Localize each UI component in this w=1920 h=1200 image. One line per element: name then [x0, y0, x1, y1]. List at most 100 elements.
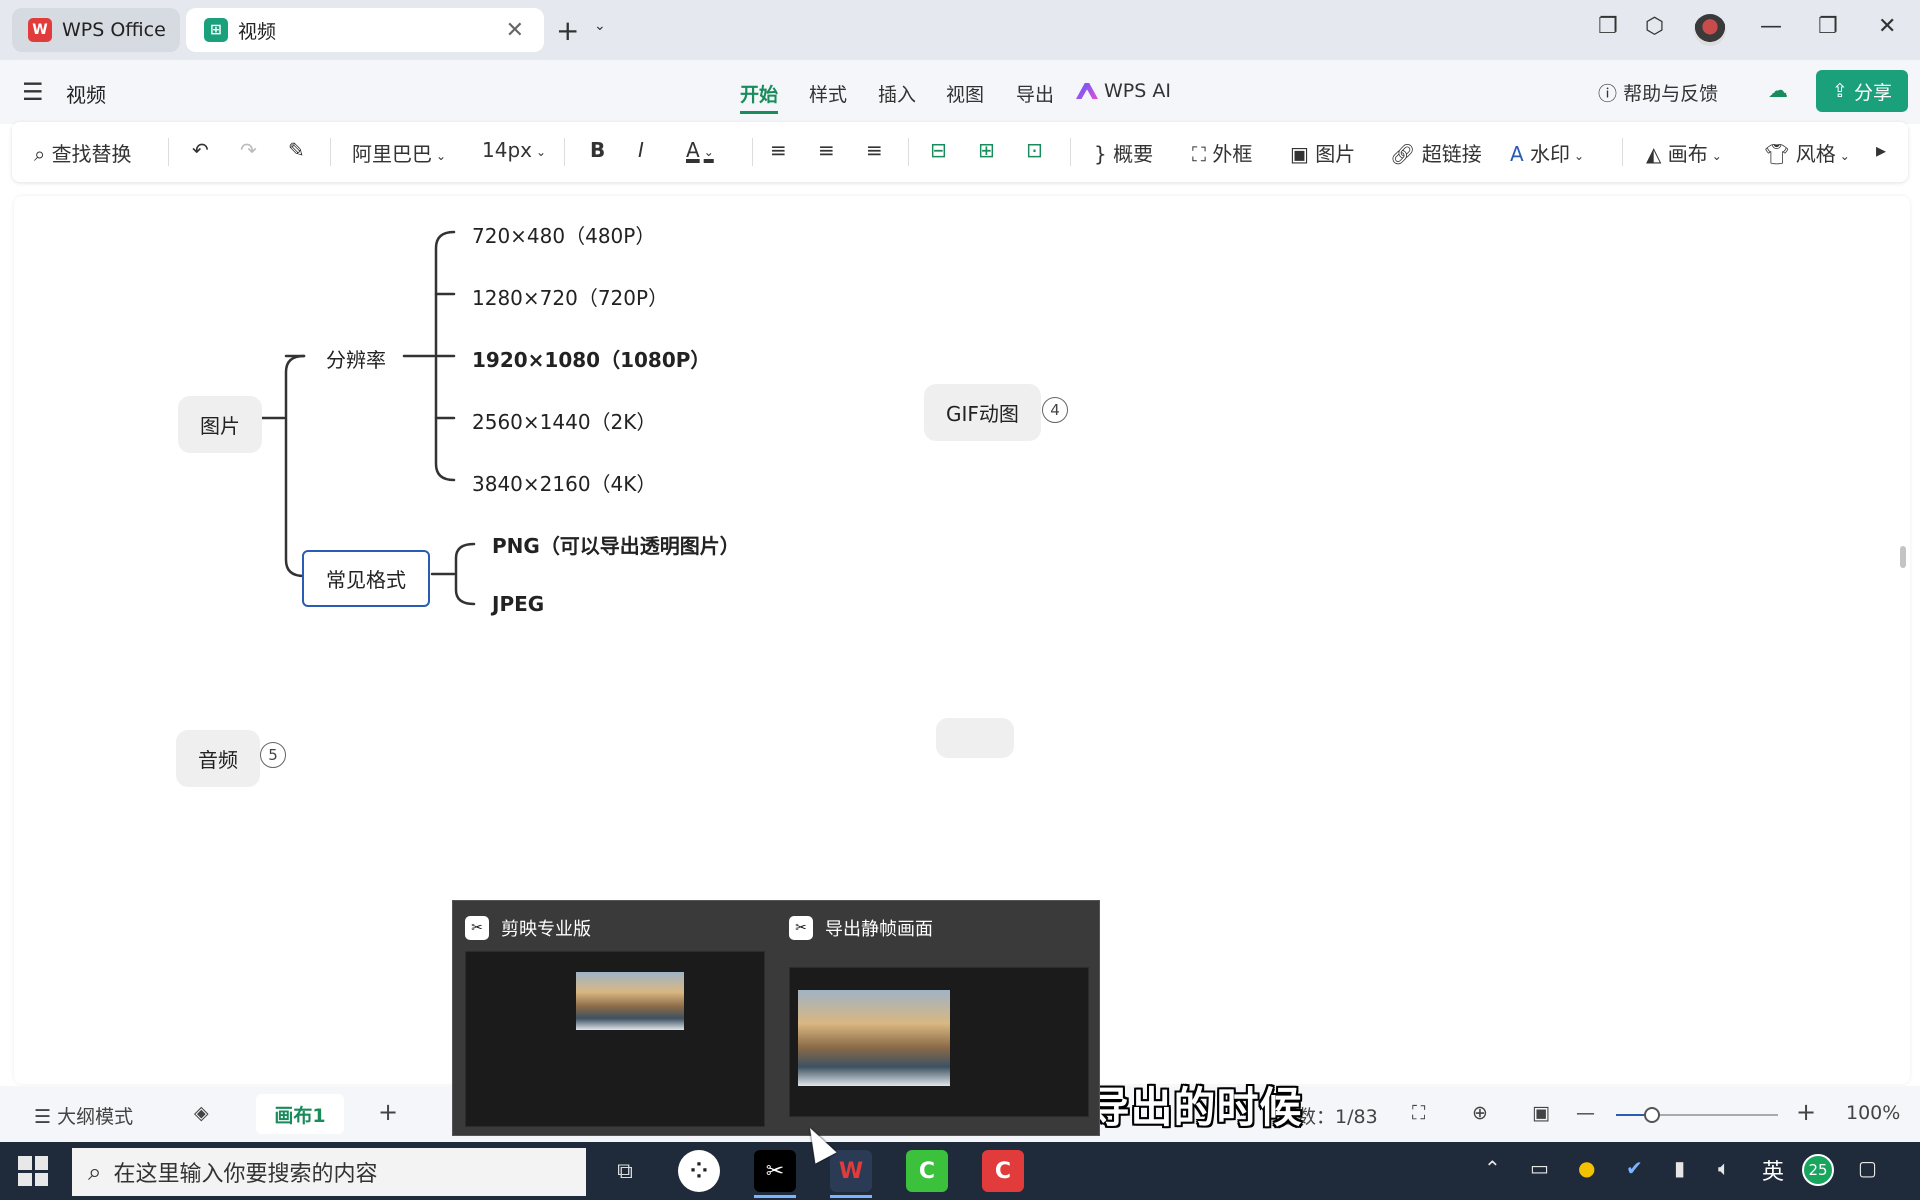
insert-parent-node-icon[interactable]: ⊡ [1026, 138, 1043, 162]
camtasia-red-icon[interactable]: C [982, 1150, 1024, 1192]
preview-thumbnail [465, 951, 765, 1127]
wps-ai-button[interactable]: WPS AI [1076, 80, 1171, 102]
capcut-icon[interactable]: ✂ [754, 1150, 796, 1198]
document-title[interactable]: 视频 [66, 79, 106, 108]
toolbar-more-arrow-icon[interactable]: ▸ [1876, 138, 1886, 162]
close-tab-icon[interactable]: ✕ [506, 18, 524, 43]
search-icon: ⌕ [88, 1158, 102, 1186]
collapsed-count-badge[interactable]: 4 [1042, 397, 1068, 423]
theme-style-button[interactable]: 👕︎ 风格 ⌄ [1764, 138, 1850, 167]
battery-icon[interactable]: ▮ [1674, 1156, 1685, 1180]
collapsed-count-badge[interactable]: 5 [260, 742, 286, 768]
preview-thumbnail [789, 967, 1089, 1117]
watermark-button[interactable]: A 水印 ⌄ [1510, 138, 1584, 167]
tab-wps-office[interactable]: W WPS Office [12, 8, 180, 52]
tray-app-icon[interactable]: ● [1578, 1156, 1595, 1180]
title-bar: W WPS Office ⊞ 视频 ✕ + ⌄ ❐ ⬡ — ❐ ✕ [0, 0, 1920, 60]
divider [1622, 138, 1623, 166]
chevron-down-icon: ⌄ [1839, 148, 1850, 163]
bold-icon[interactable]: B [590, 138, 605, 162]
volume-icon[interactable]: 🔈︎ [1718, 1156, 1730, 1180]
chevron-down-icon: ⌄ [1574, 148, 1585, 163]
node-format-jpeg[interactable]: JPEG [492, 592, 544, 616]
tab-document[interactable]: ⊞ 视频 ✕ [186, 8, 544, 52]
wps-ai-logo-icon [1076, 83, 1098, 99]
canvas-button[interactable]: ◭ 画布 ⌄ [1646, 138, 1722, 167]
node-gif[interactable]: GIF动图 [924, 384, 1041, 441]
cloud-sync-icon[interactable]: ☁ [1768, 78, 1788, 102]
hyperlink-button[interactable]: 🔗︎ 超链接 [1390, 138, 1482, 167]
preview-capcut-main[interactable]: ✂ 剪映专业版 [453, 901, 777, 1137]
divider [330, 138, 331, 166]
chevron-down-icon: ⌄ [703, 144, 714, 159]
vertical-scrollbar[interactable] [1900, 546, 1906, 568]
hyperlink-label: 超链接 [1421, 142, 1482, 166]
insert-child-node-icon[interactable]: ⊟ [930, 138, 947, 162]
camtasia-green-icon[interactable]: C [906, 1150, 948, 1192]
share-button[interactable]: ⇪ 分享 [1816, 70, 1908, 112]
format-painter-icon[interactable]: ✎ [288, 138, 305, 162]
action-center-icon[interactable]: ▢ [1858, 1156, 1877, 1180]
taskbar-search-box[interactable]: ⌕ 在这里输入你要搜索的内容 [72, 1148, 586, 1196]
tab-start[interactable]: 开始 [740, 80, 779, 114]
restore-icon[interactable]: ❐ [1818, 14, 1838, 39]
hamburger-menu-icon[interactable]: ☰ [22, 78, 44, 106]
new-tab-button[interactable]: + [556, 14, 579, 47]
close-window-icon[interactable]: ✕ [1878, 14, 1896, 39]
redo-icon[interactable]: ↷ [240, 138, 257, 162]
font-family-select[interactable]: 阿里巴巴 ⌄ [352, 138, 446, 167]
node-partially-hidden[interactable] [936, 718, 1014, 758]
image-button[interactable]: ▣ 图片 [1290, 138, 1355, 167]
italic-icon[interactable]: I [638, 138, 644, 162]
tab-view[interactable]: 视图 [946, 80, 984, 107]
undo-icon[interactable]: ↶ [192, 138, 209, 162]
node-resolution-480p[interactable]: 720×480（480P） [472, 220, 655, 249]
align-center-icon[interactable]: ≡ [818, 138, 835, 162]
tab-export[interactable]: 导出 [1016, 80, 1054, 107]
tray-chevron-up-icon[interactable]: ⌃ [1484, 1156, 1501, 1180]
window-layout-icon[interactable]: ❐ [1598, 14, 1618, 39]
align-right-icon[interactable]: ≡ [866, 138, 883, 162]
node-resolution-720p[interactable]: 1280×720（720P） [472, 282, 668, 311]
toolbar: ⌕ 查找替换 ↶ ↷ ✎ 阿里巴巴 ⌄ 14px ⌄ B I A ⌄ ≡ ≡ ≡ ⊟ … [12, 122, 1908, 182]
align-left-icon[interactable]: ≡ [770, 138, 787, 162]
node-resolution[interactable]: 分辨率 [326, 344, 386, 373]
frame-button[interactable]: ⛶ 外框 [1192, 138, 1252, 167]
tab-insert[interactable]: 插入 [878, 80, 916, 107]
help-feedback-button[interactable]: ⓘ 帮助与反馈 [1598, 79, 1718, 106]
node-resolution-4k[interactable]: 3840×2160（4K） [472, 468, 656, 497]
minimize-icon[interactable]: — [1760, 14, 1782, 39]
chevron-down-icon: ⌄ [535, 144, 547, 159]
network-icon[interactable]: ▭ [1530, 1156, 1549, 1180]
tab-style[interactable]: 样式 [809, 80, 847, 107]
insert-sibling-node-icon[interactable]: ⊞ [978, 138, 995, 162]
preview-header: ✂ 剪映专业版 [465, 915, 591, 941]
wps-taskbar-icon[interactable]: W [830, 1150, 872, 1198]
find-replace-button[interactable]: ⌕ 查找替换 [34, 138, 132, 167]
app-dots-icon[interactable]: ⁘ [678, 1150, 720, 1192]
node-picture[interactable]: 图片 [178, 396, 262, 453]
chevron-down-icon[interactable]: ⌄ [594, 18, 606, 34]
taskbar: ⌕ 在这里输入你要搜索的内容 ⧉ ⁘ ✂ W C C ⌃ ▭ ● ✔ ▮ 🔈︎ … [0, 1142, 1920, 1200]
watermark-label: 水印 [1530, 142, 1571, 166]
font-size-select[interactable]: 14px ⌄ [482, 138, 546, 162]
task-view-icon[interactable]: ⧉ [604, 1150, 646, 1192]
capcut-icon: ✂ [465, 916, 489, 940]
check-icon[interactable]: ✔ [1626, 1156, 1643, 1180]
font-color-icon[interactable]: A ⌄ [686, 138, 714, 162]
preview-header: ✂ 导出静帧画面 [789, 915, 933, 941]
help-label: 帮助与反馈 [1623, 83, 1719, 105]
node-common-formats[interactable]: 常见格式 [302, 550, 430, 607]
windows-start-icon[interactable] [18, 1156, 48, 1186]
node-format-png[interactable]: PNG（可以导出透明图片） [492, 530, 740, 559]
node-resolution-2k[interactable]: 2560×1440（2K） [472, 406, 656, 435]
input-language[interactable]: 英 [1762, 1154, 1784, 1186]
avatar[interactable] [1694, 14, 1726, 46]
preview-export-frame[interactable]: ✂ 导出静帧画面 [777, 901, 1101, 1137]
taskbar-preview-popup: ✂ 剪映专业版 ✂ 导出静帧画面 [452, 900, 1100, 1136]
notification-badge[interactable]: 25 [1802, 1154, 1834, 1186]
summary-button[interactable]: } 概要 [1094, 138, 1153, 167]
node-audio[interactable]: 音频 [176, 730, 260, 787]
node-resolution-1080p[interactable]: 1920×1080（1080P） [472, 344, 710, 373]
cube-icon[interactable]: ⬡ [1645, 14, 1664, 39]
